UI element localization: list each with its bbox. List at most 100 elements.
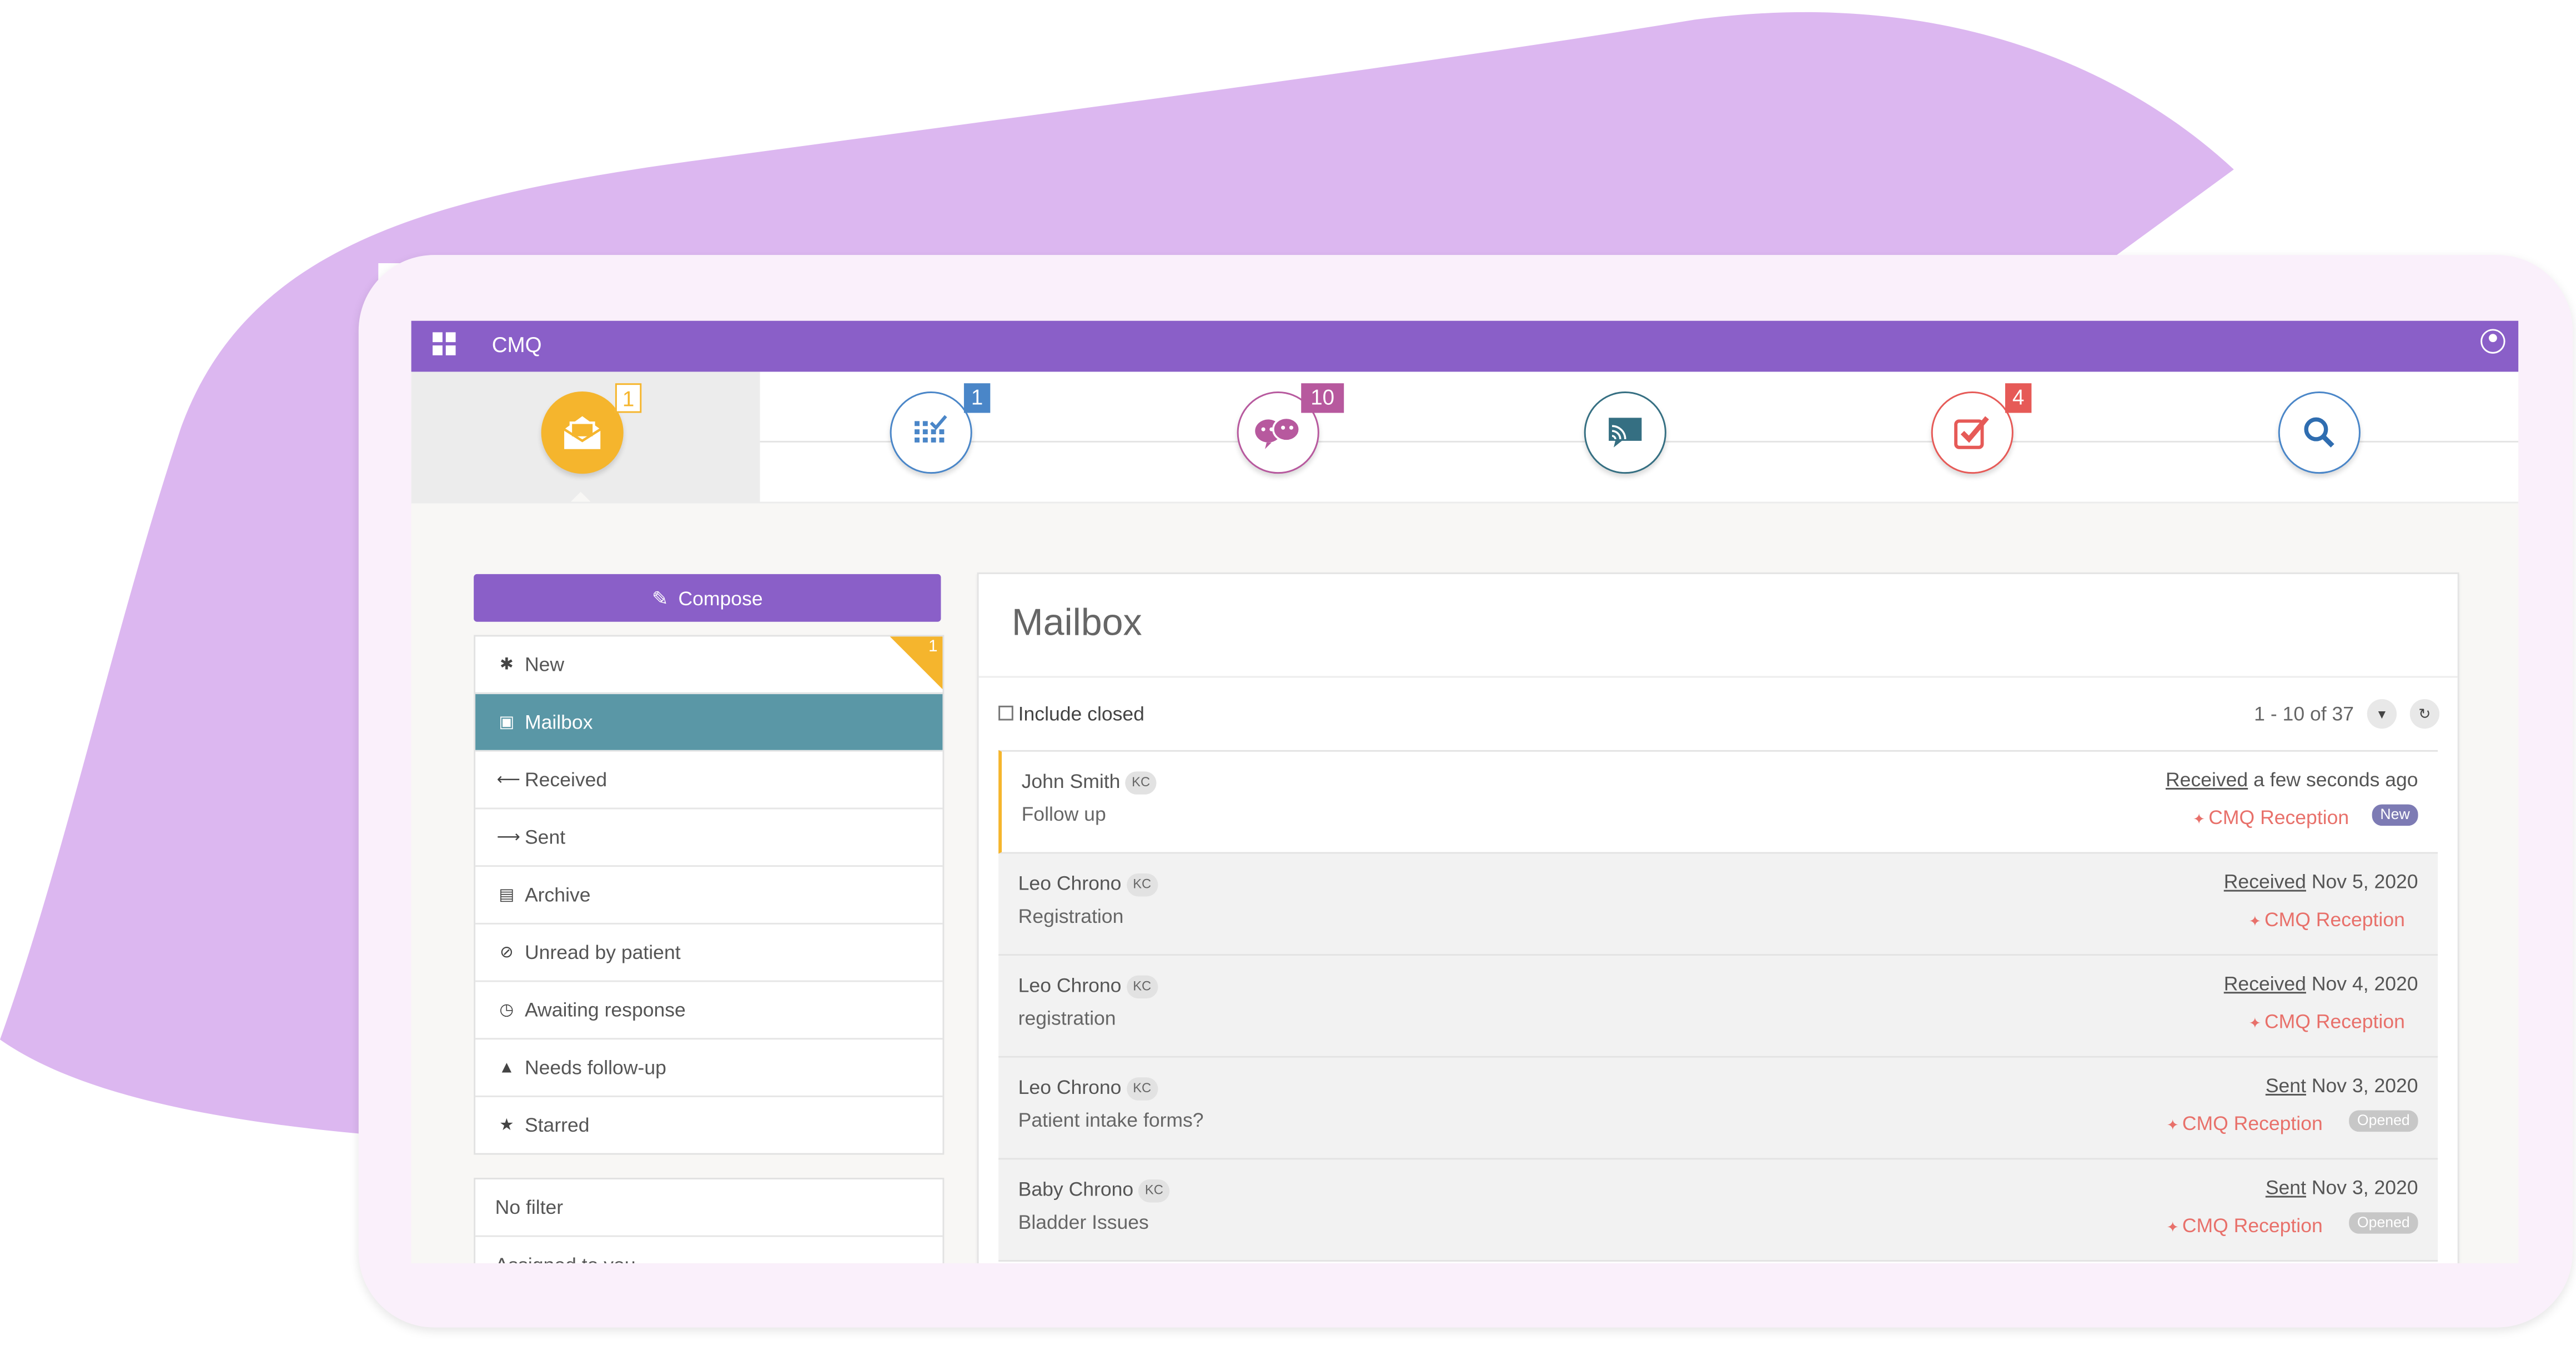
tasks-badge: 4	[2005, 383, 2032, 413]
list-toolbar: Include closed 1 - 10 of 37 ▾ ↻	[998, 699, 2440, 734]
message-date: Sent Nov 3, 2020	[2265, 1176, 2418, 1199]
sidebar-item-sent[interactable]: ⟶ Sent	[475, 807, 943, 865]
pagination-count: 1 - 10 of 37	[2254, 702, 2354, 726]
nav-mail[interactable]: 1	[541, 383, 642, 474]
message-location: ✦ CMQ Reception	[2248, 908, 2405, 931]
message-subject: Patient intake forms?	[1018, 1108, 1204, 1132]
direction-link[interactable]: Received	[2224, 870, 2306, 893]
calendar-badge: 1	[963, 383, 991, 413]
status-badge: Opened	[2349, 1110, 2418, 1132]
top-bar: CMQ	[411, 320, 2519, 372]
message-date: Sent Nov 3, 2020	[2265, 1074, 2418, 1097]
new-count: 1	[928, 638, 938, 656]
eye-slash-icon: ⊘	[499, 943, 514, 962]
sidebar-item-starred[interactable]: ★ Starred	[475, 1095, 943, 1153]
message-date: Received Nov 5, 2020	[2223, 870, 2418, 893]
module-nav: 1 1 10 4	[411, 371, 2519, 504]
message-location: ✦ CMQ Reception	[2192, 806, 2349, 829]
message-subject: Follow up	[1021, 802, 1106, 826]
message-date: Received Nov 4, 2020	[2223, 972, 2418, 996]
nav-search[interactable]	[2278, 391, 2361, 474]
sender-name: Leo Chrono KC	[1018, 872, 1158, 897]
direction-link[interactable]: Sent	[2266, 1074, 2306, 1097]
arrow-right-icon: ⟶	[496, 828, 521, 847]
pin-icon: ✦	[2248, 1015, 2262, 1032]
status-badge: Opened	[2349, 1212, 2418, 1234]
app-title: CMQ	[491, 332, 542, 357]
direction-link[interactable]: Received	[2166, 768, 2248, 791]
compose-button[interactable]: ✎ Compose	[474, 574, 941, 622]
sidebar-item-needs-follow-up[interactable]: ▲ Needs follow-up	[475, 1038, 943, 1096]
active-caret	[570, 491, 591, 502]
compose-label: Compose	[678, 586, 763, 610]
initials-badge: KC	[1126, 1077, 1158, 1101]
nav-tasks[interactable]: 4	[1931, 383, 2032, 474]
mailbox-folder-menu: ✱ New 1 ▣ Mailbox ⟵ Received ⟶ Sent ▤ Ar…	[474, 635, 945, 1155]
inbox-icon: ▣	[499, 713, 515, 731]
sidebar-item-label: Mailbox	[524, 710, 593, 734]
nav-patients[interactable]: 10	[1237, 383, 1344, 474]
sidebar-item-label: Needs follow-up	[524, 1056, 666, 1079]
sidebar-item-label: New	[524, 653, 565, 676]
mailbox-panel: Mailbox Include closed 1 - 10 of 37 ▾ ↻ …	[977, 572, 2459, 1264]
user-account-icon[interactable]	[2480, 329, 2505, 354]
message-location: ✦ CMQ Reception	[2166, 1112, 2323, 1135]
sidebar-item-new[interactable]: ✱ New 1	[475, 636, 943, 692]
message-subject: registration	[1018, 1006, 1116, 1030]
sidebar-item-label: Awaiting response	[524, 998, 686, 1022]
message-date: Received a few seconds ago	[2166, 768, 2418, 791]
sidebar-item-label: Unread by patient	[524, 941, 681, 964]
patients-badge: 10	[1301, 383, 1344, 413]
pin-icon: ✦	[2166, 1219, 2179, 1236]
refresh-button[interactable]: ↻	[2409, 699, 2440, 729]
filter-no-filter[interactable]: No filter	[475, 1179, 942, 1236]
sidebar-item-awaiting-response[interactable]: ◷ Awaiting response	[475, 980, 943, 1038]
sidebar-item-received[interactable]: ⟵ Received	[475, 750, 943, 808]
sort-dropdown-button[interactable]: ▾	[2367, 699, 2397, 729]
sender-name: John Smith KC	[1022, 770, 1157, 795]
message-location: ✦ CMQ Reception	[2166, 1214, 2323, 1237]
sidebar-item-unread-by-patient[interactable]: ⊘ Unread by patient	[475, 922, 943, 981]
message-row[interactable]: Leo Chrono KC Registration Received Nov 5…	[998, 853, 2438, 956]
mail-badge: 1	[615, 383, 642, 413]
nav-calendar[interactable]: 1	[890, 383, 991, 474]
nav-broadcast[interactable]	[1584, 391, 1666, 474]
message-subject: Registration	[1018, 905, 1124, 928]
message-subject: Bladder Issues	[1018, 1211, 1149, 1234]
include-closed-checkbox[interactable]	[998, 705, 1013, 721]
patients-icon	[1255, 416, 1300, 449]
include-closed-label[interactable]: Include closed	[1018, 702, 1144, 725]
apps-grid-icon[interactable]	[433, 332, 456, 355]
initials-badge: KC	[1126, 873, 1158, 897]
assignment-filter-list: No filter Assigned to you	[474, 1178, 945, 1264]
sender-name: Leo Chrono KC	[1018, 974, 1158, 999]
pin-icon: ✦	[2192, 811, 2206, 828]
message-row[interactable]: John Smith KC Follow up Received a few se…	[998, 750, 2438, 854]
tasks-icon	[1954, 416, 1989, 449]
message-row[interactable]: Baby Chrono KC Bladder Issues Sent Nov 3,…	[998, 1159, 2438, 1262]
clock-icon: ◷	[499, 1001, 514, 1019]
sidebar-item-mailbox[interactable]: ▣ Mailbox	[475, 692, 943, 750]
search-icon	[2304, 417, 2334, 448]
page-title: Mailbox	[1011, 600, 1142, 644]
sender-name: Leo Chrono KC	[1018, 1076, 1158, 1101]
arrow-left-icon: ⟵	[496, 770, 521, 789]
direction-link[interactable]: Received	[2224, 972, 2306, 995]
message-location: ✦ CMQ Reception	[2248, 1010, 2405, 1033]
sidebar-item-label: Archive	[524, 883, 591, 907]
warning-icon: ▲	[498, 1058, 515, 1077]
status-badge: New	[2372, 804, 2418, 826]
initials-badge: KC	[1138, 1179, 1170, 1203]
edit-icon: ✎	[651, 586, 669, 610]
message-row[interactable]: Leo Chrono KC Patient intake forms? Sent …	[998, 1057, 2438, 1160]
initials-badge: KC	[1126, 975, 1158, 999]
pin-icon: ✦	[2248, 913, 2262, 930]
message-row[interactable]: Leo Chrono KC registration Received Nov 4…	[998, 956, 2438, 1058]
sidebar-item-label: Sent	[524, 826, 566, 849]
filter-assigned-to-you[interactable]: Assigned to you	[475, 1235, 943, 1263]
star-icon: ★	[499, 1116, 514, 1134]
direction-link[interactable]: Sent	[2266, 1176, 2306, 1199]
calendar-icon	[915, 415, 947, 443]
title-divider	[978, 676, 2458, 678]
sidebar-item-archive[interactable]: ▤ Archive	[475, 865, 943, 923]
